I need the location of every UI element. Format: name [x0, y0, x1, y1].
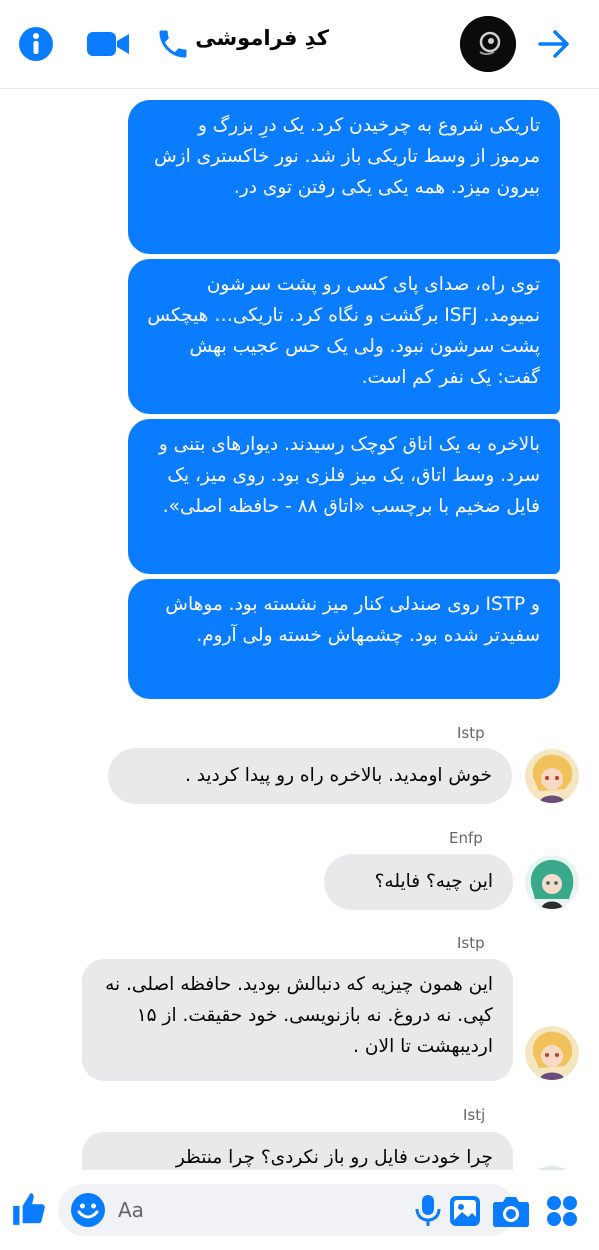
avatar-istp[interactable] [525, 1026, 579, 1080]
avatar-enfp-image [525, 855, 579, 909]
message-list[interactable]: تاریکی شروع به چرخیدن کرد. یک درِ بزرگ و… [0, 88, 599, 1170]
message-bubble-incoming[interactable]: خوش اومدید. بالاخره راه رو پیدا کردید . [108, 748, 512, 804]
microphone-icon[interactable] [414, 1194, 442, 1228]
message-bubble-incoming[interactable]: چرا خودت فایل رو باز نکردی؟ چرا منتظر [82, 1132, 513, 1170]
sender-name: Istp [457, 934, 485, 952]
sender-name: Istp [457, 724, 485, 742]
message-bubble-incoming[interactable]: این چیه؟ فایله؟ [324, 854, 513, 910]
message-bubble-outgoing[interactable]: توی راه، صدای پای کسی رو پشت سرشون نمیوم… [128, 259, 560, 414]
avatar-istp-image [525, 749, 579, 803]
conversation-title: کدِ فراموشی [195, 26, 329, 50]
sender-name: Enfp [449, 829, 483, 847]
video-call-icon[interactable] [86, 30, 130, 58]
avatar-enfp[interactable] [525, 855, 579, 909]
group-avatar-image [460, 16, 516, 72]
phone-icon[interactable] [155, 26, 191, 62]
forward-arrow-icon[interactable] [536, 26, 572, 62]
message-bubble-incoming[interactable]: این همون چیزیه که دنبالش بودید. حافظه اص… [82, 959, 513, 1081]
group-avatar[interactable] [460, 16, 516, 72]
info-icon[interactable] [18, 26, 54, 62]
message-placeholder: Aa [118, 1198, 144, 1222]
message-composer: Aa [0, 1170, 599, 1250]
gallery-icon[interactable] [448, 1194, 482, 1228]
chat-header: کدِ فراموشی [0, 0, 599, 89]
emoji-icon[interactable] [70, 1192, 106, 1228]
camera-icon[interactable] [492, 1194, 530, 1228]
avatar-istp-image [525, 1026, 579, 1080]
message-bubble-outgoing[interactable]: و ISTP روی صندلی کنار میز نشسته بود. موه… [128, 579, 560, 699]
sender-name: Istj [463, 1106, 486, 1124]
avatar-istp[interactable] [525, 749, 579, 803]
apps-icon[interactable] [545, 1194, 579, 1228]
message-bubble-outgoing[interactable]: بالاخره به یک اتاق کوچک رسیدند. دیوارهای… [128, 419, 560, 574]
message-bubble-outgoing[interactable]: تاریکی شروع به چرخیدن کرد. یک درِ بزرگ و… [128, 100, 560, 254]
like-icon[interactable] [10, 1190, 48, 1228]
